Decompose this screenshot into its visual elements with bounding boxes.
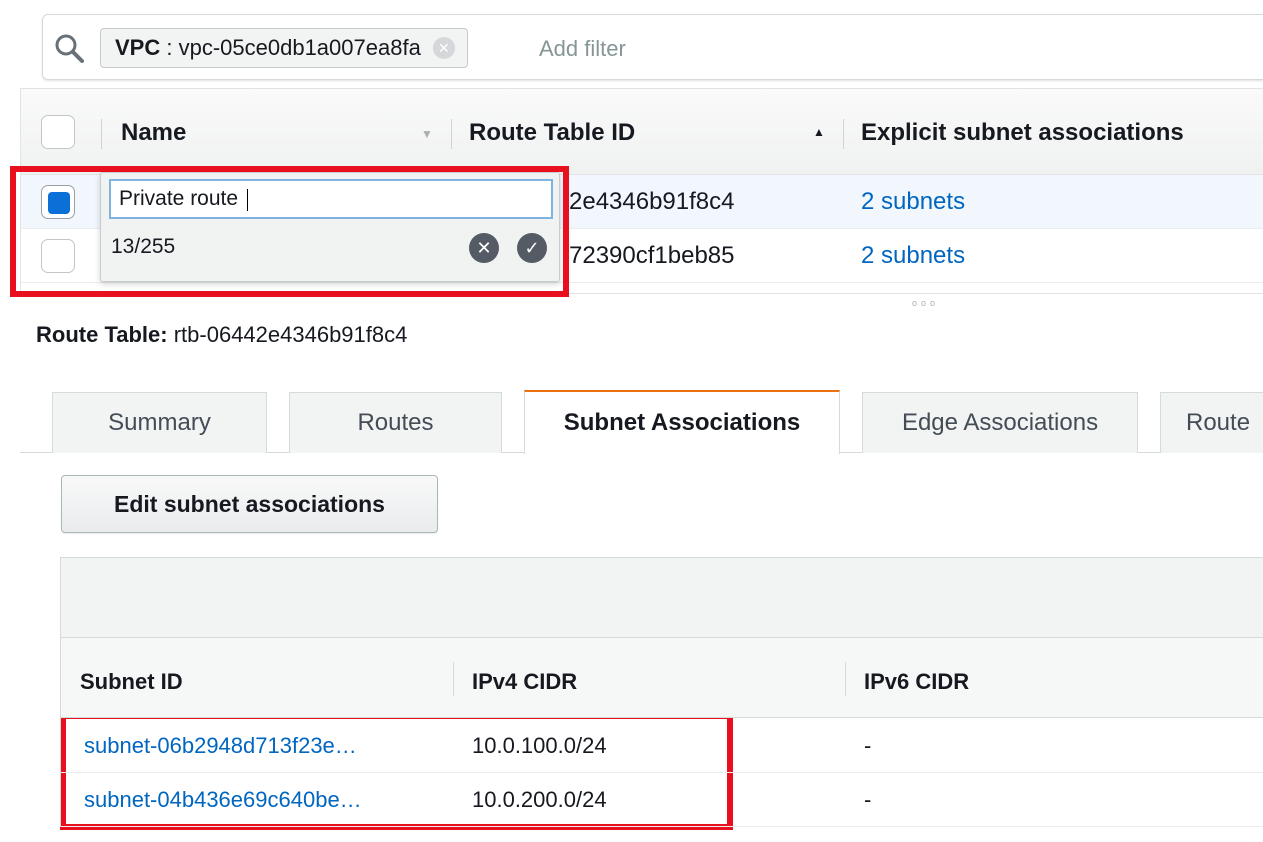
tab-summary[interactable]: Summary <box>52 392 267 453</box>
column-divider <box>101 119 102 149</box>
ipv4-cidr: 10.0.200.0/24 <box>472 787 607 812</box>
ipv6-cidr: - <box>864 733 872 758</box>
table-header: Subnet ID IPv4 CIDR IPv6 CIDR <box>61 638 1263 718</box>
filter-token[interactable]: VPC : vpc-05ce0db1a007ea8fa ✕ <box>100 28 468 68</box>
column-divider <box>451 119 452 149</box>
detail-label: Route Table: <box>36 322 168 347</box>
subnet-id-link[interactable]: subnet-04b436e69c640be… <box>84 787 362 813</box>
detail-value: rtb-06442e4346b91f8c4 <box>173 322 408 347</box>
subnet-associations-table: Subnet ID IPv4 CIDR IPv6 CIDR subnet-06b… <box>60 557 1263 827</box>
tab-subnet-associations[interactable]: Subnet Associations <box>524 390 840 454</box>
table-row[interactable]: subnet-04b436e69c640be… 10.0.200.0/24 - <box>61 773 1263 827</box>
resize-handle[interactable]: ooo <box>912 298 939 308</box>
table-header: Name ▼ Route Table ID ▲ Explicit subnet … <box>21 89 1263 175</box>
filter-token-value: vpc-05ce0db1a007ea8fa <box>178 35 421 60</box>
filter-token-sep: : <box>160 35 179 60</box>
route-table-detail-label: Route Table: rtb-06442e4346b91f8c4 <box>36 322 407 348</box>
edit-subnet-associations-button[interactable]: Edit subnet associations <box>61 475 438 533</box>
highlight-box <box>10 166 569 297</box>
column-divider <box>843 119 844 149</box>
ipv4-cidr: 10.0.100.0/24 <box>472 733 607 758</box>
column-header-ipv4-cidr[interactable]: IPv4 CIDR <box>472 669 577 695</box>
column-header-ipv6-cidr[interactable]: IPv6 CIDR <box>864 669 969 695</box>
column-header-subnet-associations[interactable]: Explicit subnet associations <box>861 119 1184 147</box>
subnet-associations-link[interactable]: 2 subnets <box>861 188 965 216</box>
route-table-id: 72390cf1beb85 <box>569 242 735 269</box>
add-filter-input[interactable]: Add filter <box>539 36 626 62</box>
filter-token-key: VPC <box>115 35 161 60</box>
tab-route-propagation[interactable]: Route <box>1160 392 1263 453</box>
subnet-id-link[interactable]: subnet-06b2948d713f23e… <box>84 733 357 759</box>
sort-up-icon[interactable]: ▲ <box>813 125 825 139</box>
column-header-subnet-id[interactable]: Subnet ID <box>80 669 183 695</box>
tab-routes[interactable]: Routes <box>289 392 502 453</box>
table-row[interactable]: subnet-06b2948d713f23e… 10.0.100.0/24 - <box>61 719 1263 773</box>
subnet-associations-link[interactable]: 2 subnets <box>861 242 965 270</box>
tab-edge-associations[interactable]: Edge Associations <box>862 392 1138 453</box>
column-header-name[interactable]: Name <box>121 119 186 147</box>
column-header-route-table-id[interactable]: Route Table ID <box>469 119 635 147</box>
ipv6-cidr: - <box>864 787 872 812</box>
sort-down-icon[interactable]: ▼ <box>421 127 433 141</box>
column-divider <box>453 662 454 696</box>
select-all-checkbox[interactable] <box>41 115 75 149</box>
filter-bar[interactable]: VPC : vpc-05ce0db1a007ea8fa ✕ Add filter <box>42 14 1263 80</box>
token-remove-icon[interactable]: ✕ <box>432 37 455 59</box>
search-icon <box>55 34 84 63</box>
table-toolbar <box>61 558 1263 638</box>
column-divider <box>845 662 846 696</box>
route-table-id: 2e4346b91f8c4 <box>569 188 735 215</box>
